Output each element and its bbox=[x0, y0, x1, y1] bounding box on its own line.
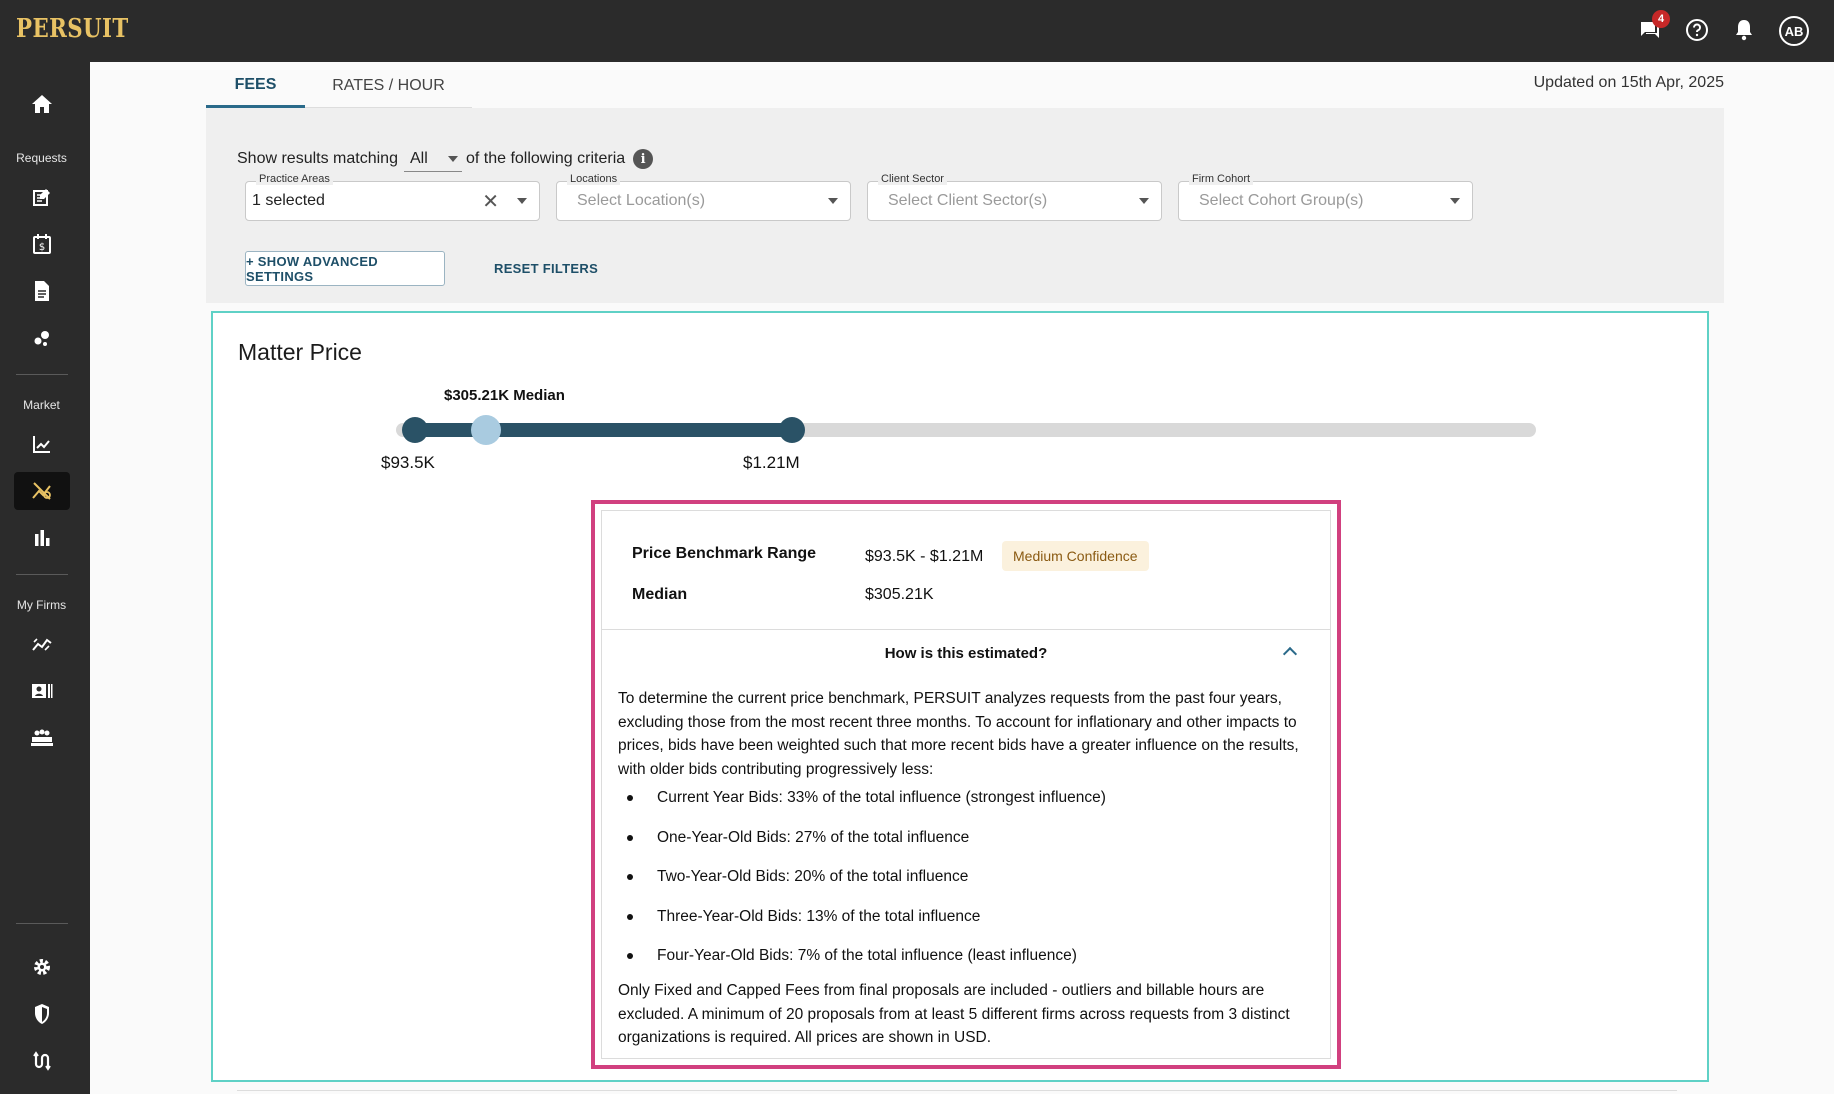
sidebar: Requests $ Market My Firms bbox=[0, 62, 90, 1094]
bell-icon[interactable] bbox=[1730, 16, 1758, 44]
messages-badge: 4 bbox=[1652, 10, 1670, 28]
list-item: Three-Year-Old Bids: 13% of the total in… bbox=[618, 906, 1308, 946]
how-estimated-accordion-header[interactable]: How is this estimated? bbox=[602, 645, 1330, 662]
confidence-badge: Medium Confidence bbox=[1002, 541, 1149, 571]
sidebar-divider bbox=[16, 374, 68, 375]
bar-chart-icon[interactable] bbox=[14, 519, 70, 557]
divider bbox=[602, 629, 1330, 630]
locations-select[interactable]: Locations Select Location(s) bbox=[556, 173, 851, 221]
integration-icon[interactable] bbox=[14, 1042, 70, 1080]
persuit-logo[interactable]: PERSUIT bbox=[16, 14, 129, 44]
shield-icon[interactable] bbox=[14, 995, 70, 1033]
client-sector-placeholder: Select Client Sector(s) bbox=[888, 192, 1048, 209]
updated-timestamp: Updated on 15th Apr, 2025 bbox=[1533, 74, 1724, 91]
filter-panel: Show results matching All of the followi… bbox=[206, 108, 1724, 303]
locations-placeholder: Select Location(s) bbox=[577, 192, 706, 209]
list-item: One-Year-Old Bids: 27% of the total infl… bbox=[618, 827, 1308, 867]
chevron-down-icon[interactable] bbox=[1450, 198, 1460, 204]
list-item: Two-Year-Old Bids: 20% of the total infl… bbox=[618, 866, 1308, 906]
firm-cohort-placeholder: Select Cohort Group(s) bbox=[1199, 192, 1364, 209]
firm-cohort-select[interactable]: Firm Cohort Select Cohort Group(s) bbox=[1178, 173, 1473, 221]
firm-card-icon[interactable] bbox=[14, 672, 70, 710]
client-sector-select[interactable]: Client Sector Select Client Sector(s) bbox=[867, 173, 1162, 221]
top-bar: PERSUIT 4 AB bbox=[0, 0, 1834, 62]
sidebar-section-my-firms: My Firms bbox=[16, 598, 67, 612]
field-label: Firm Cohort bbox=[1189, 173, 1254, 185]
benchmark-details-inner: Price Benchmark Range $93.5K - $1.21M Me… bbox=[601, 510, 1331, 1059]
svg-text:$: $ bbox=[39, 242, 45, 253]
next-card-edge bbox=[237, 1090, 1677, 1091]
max-price-label: $1.21M bbox=[743, 453, 800, 472]
range-value: $93.5K - $1.21M bbox=[865, 548, 984, 565]
min-price-handle[interactable] bbox=[402, 417, 428, 443]
matter-price-card: Matter Price $305.21K Median $93.5K $1.2… bbox=[211, 311, 1709, 1082]
field-label: Practice Areas bbox=[256, 173, 333, 185]
sidebar-section-market: Market bbox=[23, 398, 60, 412]
criteria-suffix: of the following criteria bbox=[465, 150, 626, 167]
field-label: Client Sector bbox=[878, 173, 947, 185]
criteria-match-value: All bbox=[409, 149, 428, 167]
chevron-down-icon[interactable] bbox=[1139, 198, 1149, 204]
home-icon[interactable] bbox=[14, 85, 70, 123]
chevron-down-icon bbox=[447, 155, 458, 162]
tab-rates-hour[interactable]: RATES / HOUR bbox=[305, 64, 472, 108]
benchmark-details-box: Price Benchmark Range $93.5K - $1.21M Me… bbox=[591, 500, 1341, 1069]
tab-fees[interactable]: FEES bbox=[206, 64, 305, 108]
document-icon[interactable] bbox=[14, 272, 70, 310]
sidebar-divider bbox=[16, 574, 68, 575]
show-advanced-settings-button[interactable]: + SHOW ADVANCED SETTINGS bbox=[245, 251, 445, 286]
estimation-intro-text: To determine the current price benchmark… bbox=[618, 690, 1299, 778]
sidebar-section-requests: Requests bbox=[16, 151, 67, 165]
price-range-fill bbox=[413, 423, 793, 437]
median-row-label: Median bbox=[632, 586, 688, 603]
info-icon[interactable]: i bbox=[633, 149, 654, 169]
field-label: Locations bbox=[567, 173, 621, 185]
median-row-value: $305.21K bbox=[865, 586, 934, 603]
practice-areas-value: 1 selected bbox=[252, 192, 325, 209]
estimation-footer-text: Only Fixed and Capped Fees from final pr… bbox=[618, 982, 1290, 1046]
chat-icon[interactable]: 4 bbox=[1636, 10, 1670, 44]
median-price-handle[interactable] bbox=[471, 415, 501, 445]
chevron-down-icon[interactable] bbox=[828, 198, 838, 204]
settings-icon[interactable] bbox=[14, 948, 70, 986]
criteria-match-select[interactable]: All bbox=[403, 146, 462, 172]
chevron-down-icon[interactable] bbox=[517, 198, 527, 204]
user-avatar[interactable]: AB bbox=[1779, 16, 1809, 46]
reset-filters-button[interactable]: RESET FILTERS bbox=[494, 251, 598, 286]
criteria-row: Show results matching All of the followi… bbox=[237, 146, 654, 172]
list-item: Current Year Bids: 33% of the total infl… bbox=[618, 787, 1308, 827]
team-icon[interactable] bbox=[14, 719, 70, 757]
bubbles-icon[interactable] bbox=[14, 319, 70, 357]
request-list-icon[interactable] bbox=[14, 178, 70, 216]
sidebar-divider bbox=[16, 923, 68, 924]
median-price-label: $305.21K Median bbox=[444, 387, 565, 404]
practice-areas-select[interactable]: Practice Areas 1 selected ✕ bbox=[245, 173, 540, 221]
clear-icon[interactable]: ✕ bbox=[482, 189, 499, 214]
max-price-handle[interactable] bbox=[779, 417, 805, 443]
min-price-label: $93.5K bbox=[381, 453, 435, 472]
price-analysis-icon[interactable] bbox=[14, 472, 70, 510]
help-icon[interactable] bbox=[1683, 16, 1711, 44]
weighting-list: Current Year Bids: 33% of the total infl… bbox=[618, 787, 1308, 985]
criteria-prefix: Show results matching bbox=[237, 150, 398, 167]
firm-performance-icon[interactable] bbox=[14, 625, 70, 663]
line-chart-icon[interactable] bbox=[14, 425, 70, 463]
matter-price-title: Matter Price bbox=[238, 339, 362, 365]
range-label: Price Benchmark Range bbox=[632, 545, 817, 562]
view-tabs: FEES RATES / HOUR bbox=[206, 64, 472, 108]
calendar-dollar-icon[interactable]: $ bbox=[14, 225, 70, 263]
